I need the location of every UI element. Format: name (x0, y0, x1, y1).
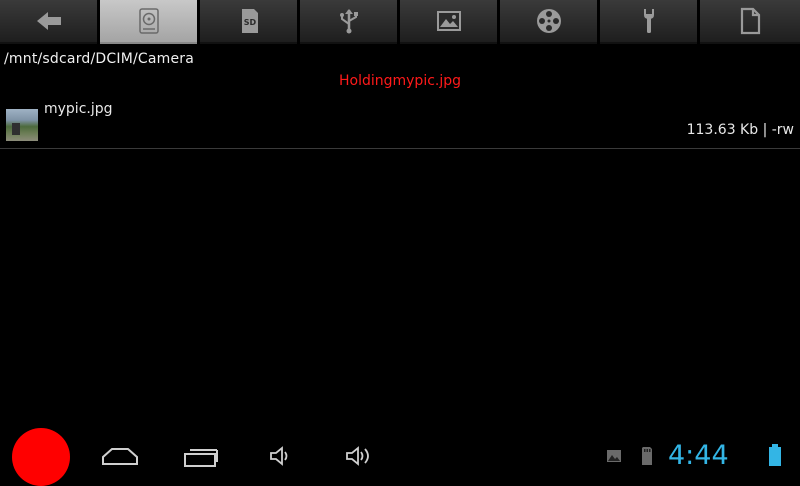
current-path: /mnt/sdcard/DCIM/Camera (4, 51, 195, 67)
usb-icon (339, 9, 358, 34)
documents-button[interactable] (700, 0, 800, 44)
status-clock: 4:44 (668, 440, 729, 471)
file-permissions: | -rw (758, 122, 794, 138)
home-icon[interactable] (100, 444, 140, 468)
volume-down-icon[interactable] (268, 444, 294, 468)
document-icon (740, 7, 761, 35)
battery-icon (769, 444, 781, 466)
picture-icon (436, 11, 461, 31)
pictures-button[interactable] (400, 0, 497, 44)
file-size: 113.63 Kb (686, 122, 759, 138)
sd-notification-icon (642, 447, 652, 465)
file-list-item[interactable]: mypic.jpg 113.63 Kb | -rw (0, 99, 800, 149)
sd-card-icon: SD (241, 9, 258, 33)
svg-text:SD: SD (243, 18, 256, 27)
tools-button[interactable] (600, 0, 697, 44)
holding-status: Holdingmypic.jpg (338, 73, 462, 89)
gallery-notification-icon (607, 450, 621, 462)
volume-up-icon[interactable] (344, 444, 376, 468)
file-thumbnail (6, 109, 38, 141)
film-reel-icon (536, 9, 561, 33)
internal-storage-icon (138, 8, 159, 34)
file-meta: 113.63 Kb | -rw (687, 122, 794, 138)
recent-apps-icon[interactable] (182, 444, 220, 468)
back-arrow-icon (36, 12, 61, 30)
back-button[interactable] (0, 0, 97, 44)
videos-button[interactable] (500, 0, 597, 44)
system-bar: 4:44 (0, 428, 800, 486)
sd-card-button[interactable]: SD (200, 0, 297, 44)
usb-button[interactable] (300, 0, 397, 44)
wrench-icon (643, 9, 654, 33)
top-toolbar: SD (0, 0, 800, 46)
file-name: mypic.jpg (44, 101, 113, 117)
record-indicator[interactable] (12, 428, 70, 486)
internal-storage-button[interactable] (100, 0, 197, 44)
